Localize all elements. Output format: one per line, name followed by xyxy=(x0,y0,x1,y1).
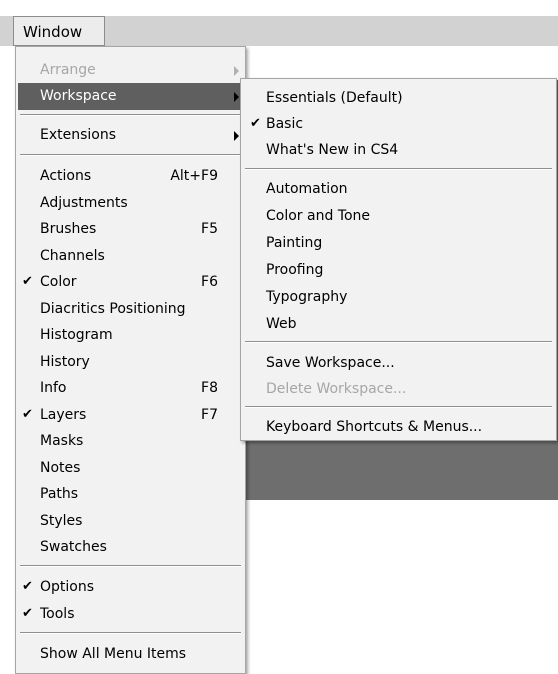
checkmark-icon: ✔ xyxy=(22,407,33,422)
window-menu: Arrange Workspace Extensions Actions Alt… xyxy=(15,46,246,674)
menu-item-label: Extensions xyxy=(40,127,117,143)
menu-item-label: Histogram xyxy=(40,327,113,343)
menu-item-label: Masks xyxy=(40,433,84,449)
submenu-arrow-icon xyxy=(234,92,239,102)
menu-item-label: Actions xyxy=(40,168,92,184)
window-menu-label: Window xyxy=(23,23,83,41)
menu-item-workspace[interactable]: Workspace xyxy=(18,83,243,110)
checkmark-icon: ✔ xyxy=(22,579,33,594)
menu-separator xyxy=(20,632,241,634)
menu-item-styles[interactable]: Styles xyxy=(16,508,245,535)
menu-item-label: Adjustments xyxy=(40,195,128,211)
window-menu-button[interactable]: Window xyxy=(13,16,105,46)
menu-item-layers[interactable]: ✔ Layers F7 xyxy=(16,402,245,429)
menu-item-info[interactable]: Info F8 xyxy=(16,375,245,402)
menu-separator xyxy=(245,406,552,408)
menu-separator xyxy=(20,154,241,156)
menu-item-automation[interactable]: Automation xyxy=(241,176,556,203)
menu-item-label: Workspace xyxy=(40,88,117,104)
menu-item-color[interactable]: ✔ Color F6 xyxy=(16,269,245,296)
submenu-arrow-icon xyxy=(234,131,239,141)
menu-item-label: Brushes xyxy=(40,221,97,237)
menu-item-proofing[interactable]: Proofing xyxy=(241,257,556,284)
menu-item-shortcut: F7 xyxy=(201,407,218,423)
menu-item-masks[interactable]: Masks xyxy=(16,428,245,455)
menu-item-shortcut: F5 xyxy=(201,221,218,237)
menu-item-label: Paths xyxy=(40,486,79,502)
menu-item-label: Arrange xyxy=(40,62,96,78)
menu-item-label: Automation xyxy=(266,181,348,197)
menu-item-label: Color and Tone xyxy=(266,208,371,224)
checkmark-icon: ✔ xyxy=(22,274,33,289)
menu-item-label: Tools xyxy=(40,606,75,622)
menu-item-label: Color xyxy=(40,274,77,290)
menu-item-painting[interactable]: Painting xyxy=(241,230,556,257)
menu-item-label: Diacritics Positioning xyxy=(40,301,186,317)
workspace-submenu: Essentials (Default) ✔ Basic What's New … xyxy=(240,78,557,441)
menu-item-actions[interactable]: Actions Alt+F9 xyxy=(16,163,245,190)
menu-item-color-and-tone[interactable]: Color and Tone xyxy=(241,203,556,230)
menu-separator xyxy=(20,114,241,116)
menu-item-shortcut: Alt+F9 xyxy=(170,168,218,184)
menu-item-swatches[interactable]: Swatches xyxy=(16,534,245,561)
menu-item-options[interactable]: ✔ Options xyxy=(16,574,245,601)
menu-item-keyboard-shortcuts-menus[interactable]: Keyboard Shortcuts & Menus... xyxy=(241,414,556,441)
menu-item-brushes[interactable]: Brushes F5 xyxy=(16,216,245,243)
menu-item-extensions[interactable]: Extensions xyxy=(16,122,245,149)
submenu-arrow-icon xyxy=(234,66,239,76)
menu-item-label: Painting xyxy=(266,235,323,251)
menu-item-label: Proofing xyxy=(266,262,324,278)
checkmark-icon: ✔ xyxy=(250,116,261,131)
menu-item-typography[interactable]: Typography xyxy=(241,284,556,311)
menu-item-label: Keyboard Shortcuts & Menus... xyxy=(266,419,483,435)
menu-item-delete-workspace[interactable]: Delete Workspace... xyxy=(241,376,556,403)
menu-item-history[interactable]: History xyxy=(16,349,245,376)
menu-item-shortcut: F8 xyxy=(201,380,218,396)
menu-item-adjustments[interactable]: Adjustments xyxy=(16,190,245,217)
menu-item-label: Info xyxy=(40,380,67,396)
menu-item-histogram[interactable]: Histogram xyxy=(16,322,245,349)
menu-item-notes[interactable]: Notes xyxy=(16,455,245,482)
menu-item-label: Basic xyxy=(266,116,304,132)
menu-separator xyxy=(245,341,552,343)
menu-item-label: Essentials (Default) xyxy=(266,90,403,106)
menu-item-paths[interactable]: Paths xyxy=(16,481,245,508)
menu-item-diacritics-positioning[interactable]: Diacritics Positioning xyxy=(16,296,245,323)
menu-item-label: Notes xyxy=(40,460,81,476)
menu-item-label: Options xyxy=(40,579,95,595)
menu-item-label: What's New in CS4 xyxy=(266,142,399,158)
menu-item-label: Web xyxy=(266,316,297,332)
menu-item-label: Save Workspace... xyxy=(266,355,395,371)
menu-item-tools[interactable]: ✔ Tools xyxy=(16,601,245,628)
checkmark-icon: ✔ xyxy=(22,606,33,621)
menu-item-basic[interactable]: ✔ Basic xyxy=(241,111,556,138)
menu-item-essentials-default[interactable]: Essentials (Default) xyxy=(241,85,556,112)
menu-item-label: Layers xyxy=(40,407,87,423)
menu-item-shortcut: F6 xyxy=(201,274,218,290)
menu-item-label: Swatches xyxy=(40,539,107,555)
menu-item-whats-new-in-cs4[interactable]: What's New in CS4 xyxy=(241,137,556,164)
menu-item-label: History xyxy=(40,354,90,370)
menu-item-label: Channels xyxy=(40,248,105,264)
menu-item-arrange[interactable]: Arrange xyxy=(16,57,245,84)
menu-item-label: Styles xyxy=(40,513,83,529)
menu-item-label: Typography xyxy=(266,289,348,305)
menu-item-web[interactable]: Web xyxy=(241,311,556,338)
menu-item-show-all-menu-items[interactable]: Show All Menu Items xyxy=(16,641,245,668)
menu-item-label: Delete Workspace... xyxy=(266,381,407,397)
menu-item-label: Show All Menu Items xyxy=(40,646,187,662)
menu-separator xyxy=(245,168,552,170)
menu-item-save-workspace[interactable]: Save Workspace... xyxy=(241,350,556,377)
menu-item-channels[interactable]: Channels xyxy=(16,243,245,270)
menu-separator xyxy=(20,565,241,567)
